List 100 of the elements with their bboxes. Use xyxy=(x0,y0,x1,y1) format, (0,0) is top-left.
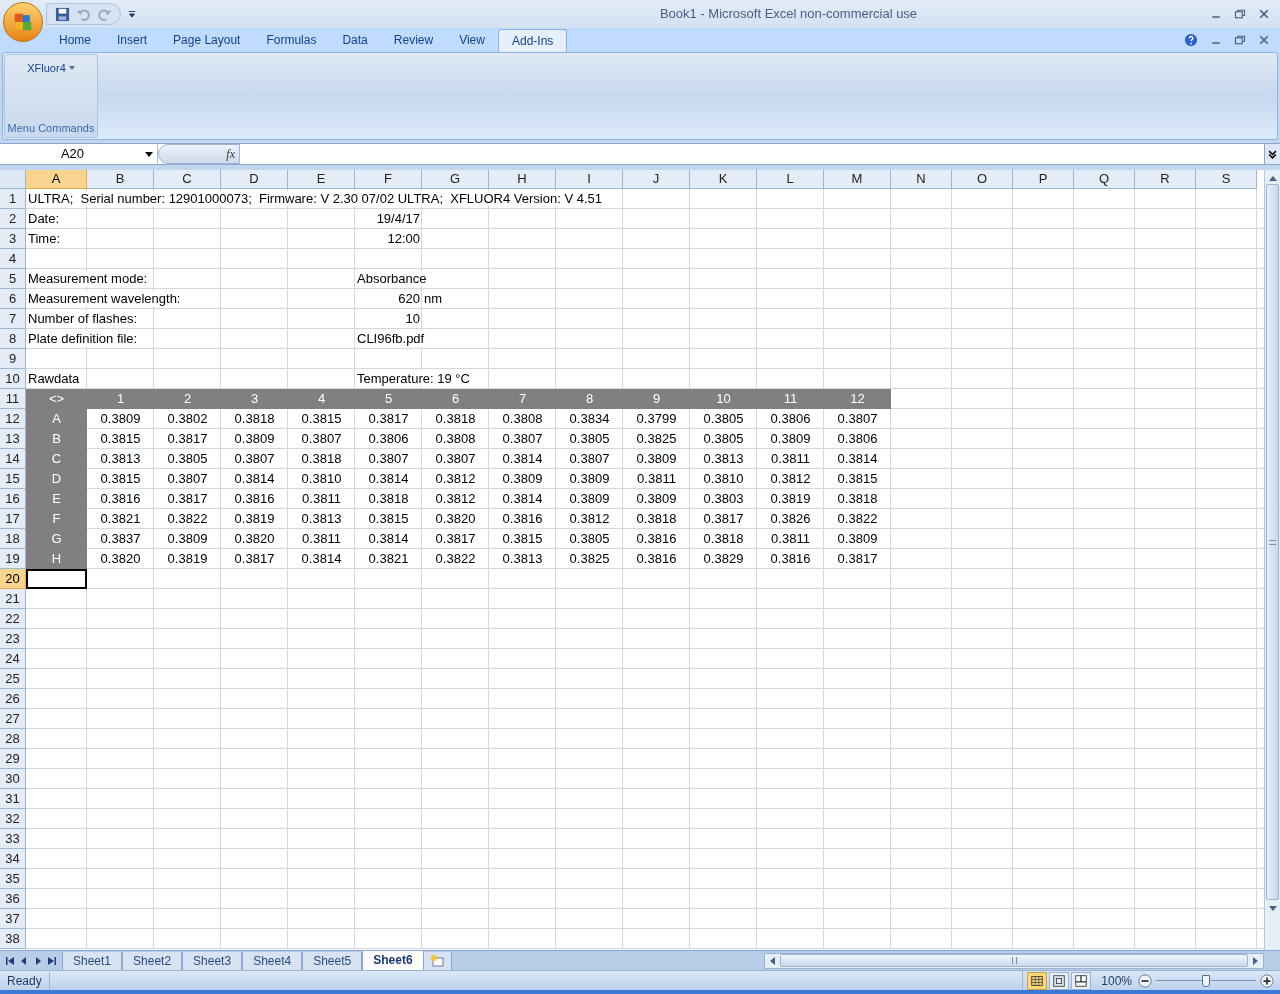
column-header[interactable]: K xyxy=(690,170,757,189)
row-header[interactable]: 20 xyxy=(0,569,26,589)
column-header[interactable]: E xyxy=(288,170,355,189)
row-header[interactable]: 1 xyxy=(0,189,26,209)
help-icon[interactable] xyxy=(1184,33,1198,47)
ribbon-tab[interactable]: Insert xyxy=(104,29,161,52)
column-header[interactable]: H xyxy=(489,170,556,189)
zoom-level[interactable]: 100% xyxy=(1101,971,1132,990)
ribbon-tab[interactable]: Home xyxy=(46,29,104,52)
row-header[interactable]: 27 xyxy=(0,709,26,729)
zoom-slider[interactable] xyxy=(1156,973,1256,988)
column-header[interactable]: O xyxy=(952,170,1013,189)
row-header[interactable]: 15 xyxy=(0,469,26,489)
save-icon[interactable] xyxy=(55,6,70,22)
expand-button[interactable] xyxy=(1264,144,1280,164)
row-header[interactable]: 9 xyxy=(0,349,26,369)
row-header[interactable]: 25 xyxy=(0,669,26,689)
row-header[interactable]: 4 xyxy=(0,249,26,269)
column-header[interactable]: A xyxy=(26,170,87,189)
column-header[interactable]: C xyxy=(154,170,221,189)
ribbon-tab[interactable]: View xyxy=(446,29,498,52)
row-header[interactable]: 33 xyxy=(0,829,26,849)
row-header[interactable]: 17 xyxy=(0,509,26,529)
row-header[interactable]: 31 xyxy=(0,789,26,809)
row-header[interactable]: 5 xyxy=(0,269,26,289)
name-box[interactable]: A20 xyxy=(0,144,158,164)
right-arrow-icon[interactable] xyxy=(1253,956,1258,965)
column-header[interactable]: D xyxy=(221,170,288,189)
row-header[interactable]: 10 xyxy=(0,369,26,389)
row-header[interactable]: 12 xyxy=(0,409,26,429)
sheet-tab[interactable]: Sheet2 xyxy=(122,951,183,971)
ribbon-tab[interactable]: Formulas xyxy=(253,29,330,52)
row-header[interactable]: 16 xyxy=(0,489,26,509)
row-header[interactable]: 19 xyxy=(0,549,26,569)
row-header[interactable]: 3 xyxy=(0,229,26,249)
restore-icon[interactable] xyxy=(1234,8,1246,20)
row-header[interactable]: 6 xyxy=(0,289,26,309)
column-header[interactable]: F xyxy=(355,170,422,189)
last-sheet-icon[interactable] xyxy=(48,956,56,965)
office-button[interactable] xyxy=(3,2,43,42)
row-header[interactable]: 28 xyxy=(0,729,26,749)
row-header[interactable]: 23 xyxy=(0,629,26,649)
row-header[interactable]: 36 xyxy=(0,889,26,909)
prev-sheet-icon[interactable] xyxy=(20,956,28,965)
column-header[interactable]: Q xyxy=(1074,170,1135,189)
column-header[interactable]: I xyxy=(556,170,623,189)
ribbon-tab[interactable]: Review xyxy=(380,29,447,52)
row-header[interactable]: 26 xyxy=(0,689,26,709)
page-break-view-button[interactable] xyxy=(1071,971,1092,990)
zoom-out-icon[interactable] xyxy=(1138,973,1152,988)
left-arrow-icon[interactable] xyxy=(770,956,775,965)
down-arrow-icon[interactable] xyxy=(1268,906,1277,911)
row-header[interactable]: 7 xyxy=(0,309,26,329)
horizontal-scrollbar[interactable] xyxy=(764,952,1264,969)
dropdown-button[interactable]: XFluor4 xyxy=(23,60,79,77)
close-icon[interactable] xyxy=(1258,34,1270,46)
normal-view-button[interactable] xyxy=(1027,971,1048,990)
page-layout-view-button[interactable] xyxy=(1049,971,1070,990)
column-header[interactable]: N xyxy=(891,170,952,189)
ribbon-tab[interactable]: Data xyxy=(329,29,381,52)
column-header[interactable]: B xyxy=(87,170,154,189)
row-header[interactable]: 35 xyxy=(0,869,26,889)
sheet-tab[interactable]: Sheet5 xyxy=(302,951,363,971)
row-header[interactable]: 22 xyxy=(0,609,26,629)
column-header[interactable]: P xyxy=(1013,170,1074,189)
zoom-in-icon[interactable] xyxy=(1260,973,1274,988)
row-header[interactable]: 24 xyxy=(0,649,26,669)
row-header[interactable]: 29 xyxy=(0,749,26,769)
column-header[interactable]: L xyxy=(757,170,824,189)
row-header[interactable]: 30 xyxy=(0,769,26,789)
column-header[interactable]: G xyxy=(422,170,489,189)
first-sheet-icon[interactable] xyxy=(6,956,14,965)
row-header[interactable]: 2 xyxy=(0,209,26,229)
row-header[interactable]: 18 xyxy=(0,529,26,549)
active-cell[interactable] xyxy=(26,569,87,589)
sheet-tab[interactable]: Sheet4 xyxy=(242,951,303,971)
ribbon-tab[interactable]: Page Layout xyxy=(160,29,254,52)
row-header[interactable]: 21 xyxy=(0,589,26,609)
sheet-tab[interactable]: Sheet3 xyxy=(182,951,243,971)
slider-thumb[interactable] xyxy=(1202,974,1210,987)
next-sheet-icon[interactable] xyxy=(34,956,42,965)
up-arrow-icon[interactable] xyxy=(1268,176,1277,181)
row-header[interactable]: 8 xyxy=(0,329,26,349)
customize-icon[interactable] xyxy=(127,9,137,19)
row-header[interactable]: 32 xyxy=(0,809,26,829)
row-header[interactable]: 11 xyxy=(0,389,26,409)
sheet-tab[interactable]: Sheet6 xyxy=(362,950,424,971)
column-header[interactable]: R xyxy=(1135,170,1196,189)
vertical-scrollbar[interactable] xyxy=(1264,170,1280,950)
sheet-tab[interactable]: Sheet1 xyxy=(62,951,123,971)
row-header[interactable]: 34 xyxy=(0,849,26,869)
column-header[interactable]: M xyxy=(824,170,891,189)
row-header[interactable]: 14 xyxy=(0,449,26,469)
ribbon-tab[interactable]: Add-Ins xyxy=(497,29,568,52)
row-header[interactable]: 37 xyxy=(0,909,26,929)
column-header[interactable]: S xyxy=(1196,170,1257,189)
close-icon[interactable] xyxy=(1258,8,1270,20)
row-header[interactable]: 13 xyxy=(0,429,26,449)
column-header[interactable]: J xyxy=(623,170,690,189)
row-header[interactable]: 38 xyxy=(0,929,26,949)
